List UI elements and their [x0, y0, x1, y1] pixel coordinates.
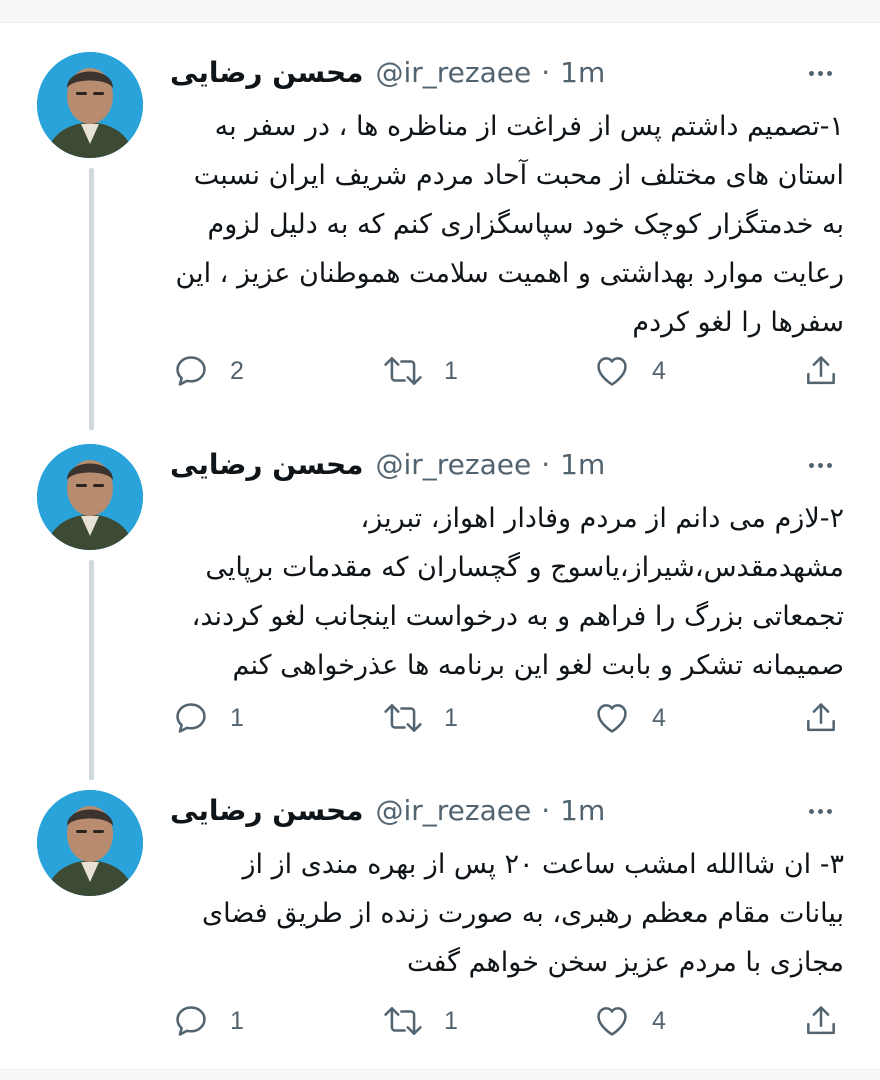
text-line: رعایت موارد بهداشتی و اهمیت سلامت هموطنا…	[175, 258, 844, 289]
text-line: به خدمتگزار کوچک خود سپاسگزاری کنم که به…	[207, 209, 845, 240]
text-line: سفرها را لغو کردم	[632, 307, 844, 338]
profile-photo	[37, 444, 143, 550]
timestamp[interactable]: 1m	[560, 794, 605, 827]
separator: ·	[541, 793, 551, 827]
retweet-icon	[384, 357, 422, 385]
reply-icon	[176, 1006, 206, 1036]
heart-icon	[597, 357, 627, 386]
text-line: تجمعاتی بزرگ را فراهم و به درخواست اینجا…	[191, 601, 844, 632]
text-line: مشهدمقدس،شیراز،یاسوج و گچساران که مقدمات…	[205, 552, 844, 583]
profile-photo	[37, 790, 143, 896]
text-line: ۱-تصمیم داشتم پس از فراغت از مناظره ها ،…	[214, 111, 844, 142]
reply-icon	[176, 703, 206, 733]
more-icon[interactable]	[800, 450, 840, 480]
text-line: استان های مختلف از محبت آحاد مردم شریف ا…	[193, 160, 844, 191]
avatar[interactable]	[37, 52, 143, 158]
reply-button[interactable]: 1	[172, 696, 244, 740]
top-divider	[0, 0, 880, 23]
retweet-count: 1	[444, 356, 458, 385]
separator: ·	[541, 55, 551, 89]
tweet-header: محسن رضایی @ir_rezaee · 1m	[170, 790, 605, 830]
share-icon	[807, 703, 835, 732]
text-line: بیانات مقام معظم رهبری، به صورت زنده از …	[202, 898, 844, 929]
retweet-button[interactable]: 1	[382, 999, 458, 1043]
tweet-text: ۱-تصمیم داشتم پس از فراغت از مناظره ها ،…	[168, 102, 844, 347]
bottom-divider	[0, 1069, 880, 1080]
tweet[interactable]: محسن رضایی @ir_rezaee · 1m ۳- ان شاالله …	[0, 790, 880, 1060]
reply-button[interactable]: 1	[172, 999, 244, 1043]
reply-icon	[176, 356, 206, 386]
share-button[interactable]	[802, 999, 840, 1043]
like-count: 4	[652, 356, 666, 385]
retweet-count: 1	[444, 703, 458, 732]
tweet-header: محسن رضایی @ir_rezaee · 1m	[170, 444, 605, 484]
author-handle[interactable]: @ir_rezaee	[375, 56, 531, 89]
tweet-text: ۲-لازم می دانم از مردم وفادار اهواز، تبر…	[168, 494, 844, 690]
separator: ·	[541, 447, 551, 481]
avatar[interactable]	[37, 790, 143, 896]
reply-count: 2	[230, 356, 244, 385]
more-icon[interactable]	[800, 58, 840, 88]
author-name[interactable]: محسن رضایی	[170, 794, 363, 827]
tweet[interactable]: محسن رضایی @ir_rezaee · 1m ۲-لازم می دان…	[0, 444, 880, 764]
retweet-button[interactable]: 1	[382, 349, 458, 393]
like-count: 4	[652, 703, 666, 732]
like-button[interactable]: 4	[592, 696, 666, 740]
text-line: ۳- ان شاالله امشب ساعت ۲۰ پس از بهره مند…	[242, 849, 844, 880]
reply-button[interactable]: 2	[172, 349, 244, 393]
author-handle[interactable]: @ir_rezaee	[375, 794, 531, 827]
text-line: ۲-لازم می دانم از مردم وفادار اهواز، تبر…	[360, 503, 844, 534]
profile-photo	[37, 52, 143, 158]
timestamp[interactable]: 1m	[560, 448, 605, 481]
share-button[interactable]	[802, 349, 840, 393]
share-icon	[807, 356, 835, 385]
reply-count: 1	[230, 1006, 244, 1035]
tweet-text: ۳- ان شاالله امشب ساعت ۲۰ پس از بهره مند…	[168, 840, 844, 987]
tweet-actions: 1 1 4	[172, 999, 844, 1043]
tweet-actions: 1 1 4	[172, 696, 844, 740]
author-name[interactable]: محسن رضایی	[170, 448, 363, 481]
text-line: مجازی با مردم عزیز سخن خواهم گفت	[406, 947, 844, 978]
timestamp[interactable]: 1m	[560, 56, 605, 89]
like-count: 4	[652, 1006, 666, 1035]
author-name[interactable]: محسن رضایی	[170, 56, 363, 89]
more-icon[interactable]	[800, 796, 840, 826]
share-button[interactable]	[802, 696, 840, 740]
like-button[interactable]: 4	[592, 349, 666, 393]
tweet-header: محسن رضایی @ir_rezaee · 1m	[170, 52, 605, 92]
reply-count: 1	[230, 703, 244, 732]
retweet-button[interactable]: 1	[382, 696, 458, 740]
retweet-icon	[384, 1007, 422, 1035]
heart-icon	[597, 1007, 627, 1036]
tweet-actions: 2 1 4	[172, 349, 844, 393]
retweet-count: 1	[444, 1006, 458, 1035]
avatar[interactable]	[37, 444, 143, 550]
tweet[interactable]: محسن رضایی @ir_rezaee · 1m ۱-تصمیم داشتم…	[0, 52, 880, 412]
heart-icon	[597, 704, 627, 733]
author-handle[interactable]: @ir_rezaee	[375, 448, 531, 481]
like-button[interactable]: 4	[592, 999, 666, 1043]
share-icon	[807, 1006, 835, 1035]
text-line: صمیمانه تشکر و بابت لغو این برنامه ها عذ…	[232, 650, 844, 681]
retweet-icon	[384, 704, 422, 732]
